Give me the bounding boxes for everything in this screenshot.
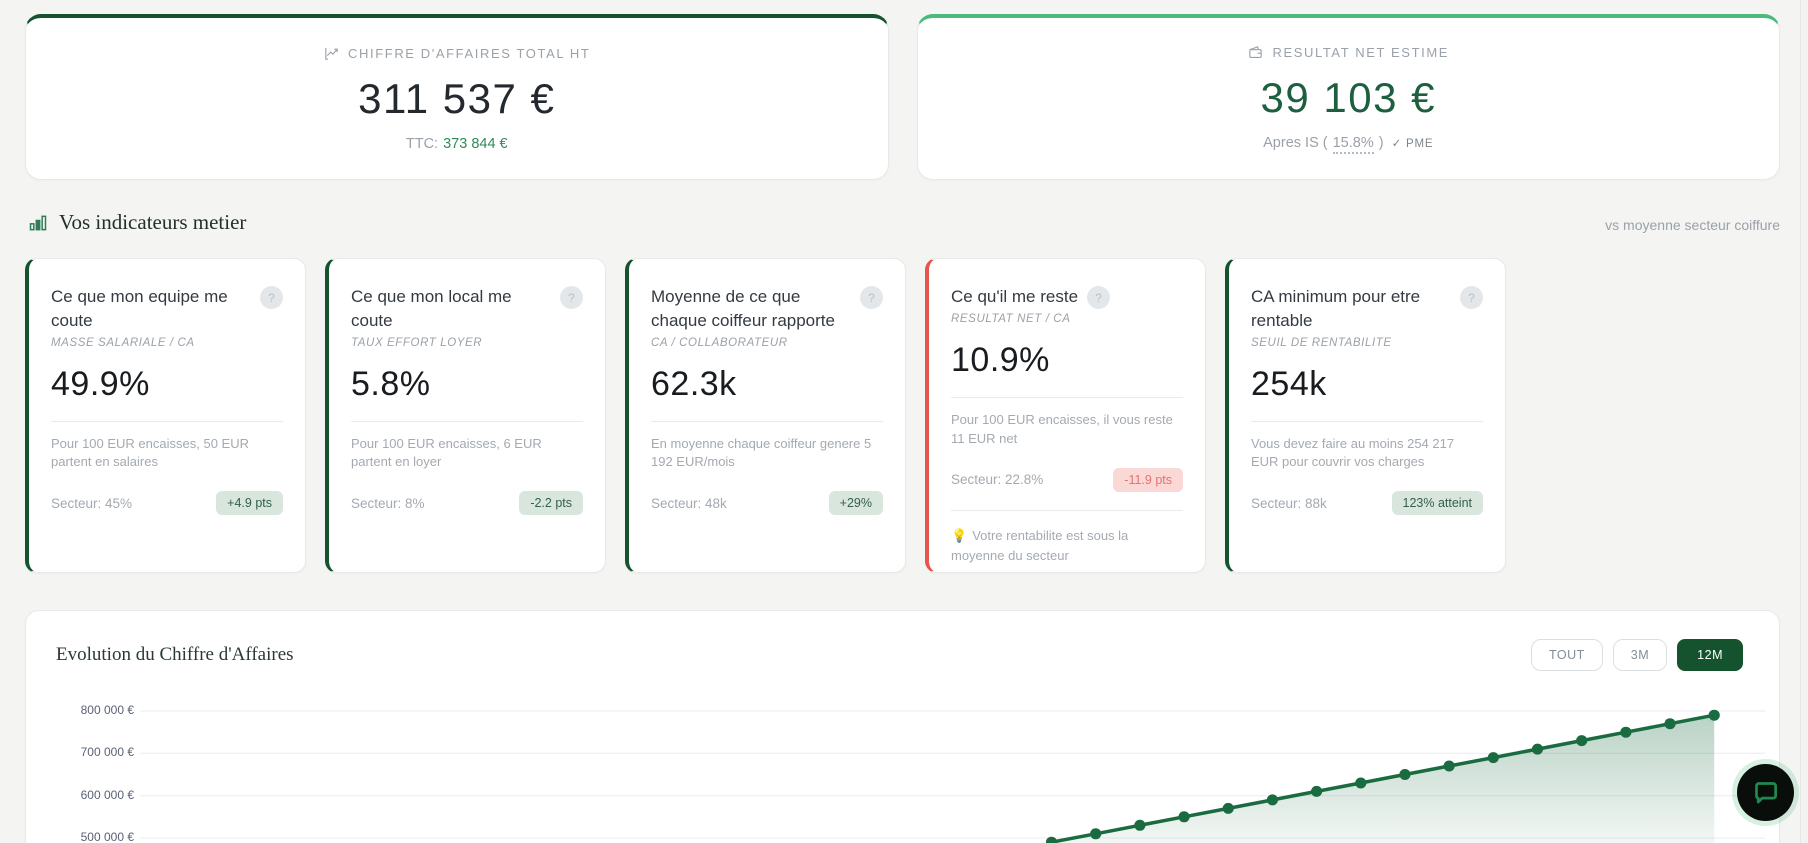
- kpi-title: CA minimum pour etre rentable: [1251, 287, 1421, 330]
- indicators-title-group: Vos indicateurs metier: [28, 210, 246, 235]
- kpi-subtitle: MASSE SALARIALE / CA: [51, 336, 195, 349]
- apres-is-suffix: ): [1378, 134, 1384, 151]
- kpi-value: 10.9%: [951, 341, 1050, 379]
- sector-value: Secteur: 88k: [1251, 495, 1327, 511]
- scrollbar-track[interactable]: [1800, 0, 1808, 843]
- is-rate[interactable]: 15.8%: [1332, 135, 1374, 154]
- divider: [1251, 420, 1483, 422]
- kpi-subtitle: CA / COLLABORATEUR: [651, 336, 788, 349]
- y-tick-600k: 600 000 €: [80, 788, 134, 802]
- summary-row: CHIFFRE D'AFFAIRES TOTAL HT 311 537 € TT…: [0, 0, 1808, 180]
- bar-chart-icon: [29, 215, 47, 230]
- kpi-description: Pour 100 EUR encaisses, 6 EUR partent en…: [351, 435, 542, 470]
- insight-text: Votre rentabilite est sous la moyenne du…: [951, 527, 1129, 563]
- kpi-title: Ce qu'il me reste: [951, 287, 1079, 306]
- divider: [351, 420, 583, 422]
- range-selector: TOUT 3M 12M: [1531, 639, 1743, 671]
- sector-comparison-note: vs moyenne secteur coiffure: [1605, 217, 1780, 233]
- delta-badge: +4.9 pts: [216, 491, 283, 516]
- kpi-title: Moyenne de ce que chaque coiffeur rappor…: [651, 287, 835, 330]
- kpi-value: 5.8%: [351, 364, 431, 403]
- sector-value: Secteur: 8%: [351, 495, 425, 511]
- lightbulb-icon: 💡: [951, 527, 968, 543]
- kpi-card-masse-salariale: Ce que mon equipe me coute ? MASSE SALAR…: [25, 258, 306, 573]
- help-icon[interactable]: ?: [1460, 286, 1483, 309]
- sector-value: Secteur: 45%: [51, 495, 133, 511]
- revenue-card-label: CHIFFRE D'AFFAIRES TOTAL HT: [348, 46, 591, 61]
- help-icon[interactable]: ?: [860, 286, 883, 309]
- range-button-tout[interactable]: TOUT: [1531, 639, 1603, 671]
- kpi-title: Ce que mon equipe me coute: [51, 287, 228, 330]
- kpi-card-ca-collaborateur: Moyenne de ce que chaque coiffeur rappor…: [625, 258, 906, 573]
- kpi-value: 49.9%: [51, 364, 150, 403]
- kpi-description: Pour 100 EUR encaisses, il vous reste 11…: [951, 412, 1173, 446]
- revenue-total-card: CHIFFRE D'AFFAIRES TOTAL HT 311 537 € TT…: [25, 14, 889, 180]
- revenue-evolution-card: Evolution du Chiffre d'Affaires TOUT 3M …: [25, 610, 1780, 843]
- ttc-label: TTC:: [405, 136, 439, 152]
- y-tick-700k: 700 000 €: [80, 745, 134, 759]
- net-sub-line: Apres IS (15.8%) ✓ PME: [1263, 135, 1433, 154]
- delta-badge: 123% atteint: [1391, 491, 1483, 516]
- kpi-description: Vous devez faire au moins 254 217 EUR po…: [1251, 435, 1455, 470]
- kpi-subtitle: TAUX EFFORT LOYER: [351, 336, 483, 349]
- ttc-value: 373 844 €: [443, 136, 508, 152]
- y-axis: 800 000 € 700 000 € 600 000 € 500 000 €: [56, 693, 140, 843]
- divider: [651, 420, 883, 422]
- delta-badge: +29%: [828, 491, 883, 516]
- kpi-description: En moyenne chaque coiffeur genere 5 192 …: [651, 435, 872, 470]
- help-icon[interactable]: ?: [260, 286, 283, 309]
- chart-title: Evolution du Chiffre d'Affaires: [56, 644, 294, 665]
- net-result-card: RESULTAT NET ESTIME 39 103 € Apres IS (1…: [916, 14, 1780, 180]
- kpi-description: Pour 100 EUR encaisses, 50 EUR partent e…: [51, 435, 249, 470]
- sector-value: Secteur: 48k: [651, 495, 727, 511]
- trending-up-icon: [325, 47, 338, 60]
- pme-label: PME: [1406, 137, 1434, 150]
- divider: [51, 420, 283, 422]
- revenue-card-header: CHIFFRE D'AFFAIRES TOTAL HT: [323, 45, 590, 62]
- range-button-12m[interactable]: 12M: [1677, 639, 1743, 671]
- revenue-total-value: 311 537 €: [358, 75, 556, 122]
- chart-area: 800 000 € 700 000 € 600 000 € 500 000 €: [56, 693, 1765, 843]
- revenue-line-plot[interactable]: [140, 693, 1765, 843]
- kpi-title: Ce que mon local me coute: [351, 287, 512, 330]
- kpi-insight: 💡 Votre rentabilite est sous la moyenne d…: [951, 526, 1183, 566]
- kpi-card-seuil-rentabilite: CA minimum pour etre rentable ? SEUIL DE…: [1225, 258, 1506, 573]
- net-result-value: 39 103 €: [1260, 73, 1436, 121]
- kpi-value: 62.3k: [651, 364, 737, 403]
- wallet-icon: [1249, 45, 1263, 58]
- indicators-header-row: Vos indicateurs metier vs moyenne secteu…: [0, 180, 1808, 235]
- help-icon[interactable]: ?: [1087, 286, 1111, 309]
- net-card-label: RESULTAT NET ESTIME: [1272, 44, 1450, 60]
- range-button-3m[interactable]: 3M: [1612, 639, 1668, 671]
- revenue-ttc-line: TTC: 373 844 €: [406, 136, 508, 152]
- indicators-title: Vos indicateurs metier: [59, 210, 247, 234]
- check-icon: ✓: [1391, 137, 1403, 150]
- sector-value: Secteur: 22.8%: [951, 472, 1044, 488]
- kpi-card-resultat-net: Ce qu'il me reste ? RESULTAT NET / CA 10…: [925, 258, 1206, 573]
- kpi-subtitle: RESULTAT NET / CA: [951, 313, 1071, 325]
- pme-check: ✓ PME: [1392, 136, 1434, 150]
- revenue-chart-svg: [140, 709, 1765, 843]
- kpi-card-taux-effort-loyer: Ce que mon local me coute ? TAUX EFFORT …: [325, 258, 606, 573]
- divider: [951, 509, 1183, 511]
- delta-badge: -2.2 pts: [519, 491, 583, 516]
- kpi-value: 254k: [1251, 364, 1327, 403]
- apres-is-prefix: Apres IS (: [1263, 134, 1328, 151]
- chat-launcher-button[interactable]: [1737, 764, 1794, 821]
- chart-header: Evolution du Chiffre d'Affaires TOUT 3M …: [56, 639, 1765, 671]
- y-tick-500k: 500 000 €: [80, 830, 134, 843]
- kpi-row: Ce que mon equipe me coute ? MASSE SALAR…: [0, 235, 1808, 573]
- chat-bubble-icon: [1755, 782, 1777, 804]
- help-icon[interactable]: ?: [560, 286, 583, 309]
- y-tick-800k: 800 000 €: [80, 703, 134, 717]
- net-card-header: RESULTAT NET ESTIME: [1247, 44, 1449, 61]
- delta-badge: -11.9 pts: [1113, 467, 1183, 492]
- divider: [951, 397, 1183, 398]
- kpi-subtitle: SEUIL DE RENTABILITE: [1251, 336, 1392, 349]
